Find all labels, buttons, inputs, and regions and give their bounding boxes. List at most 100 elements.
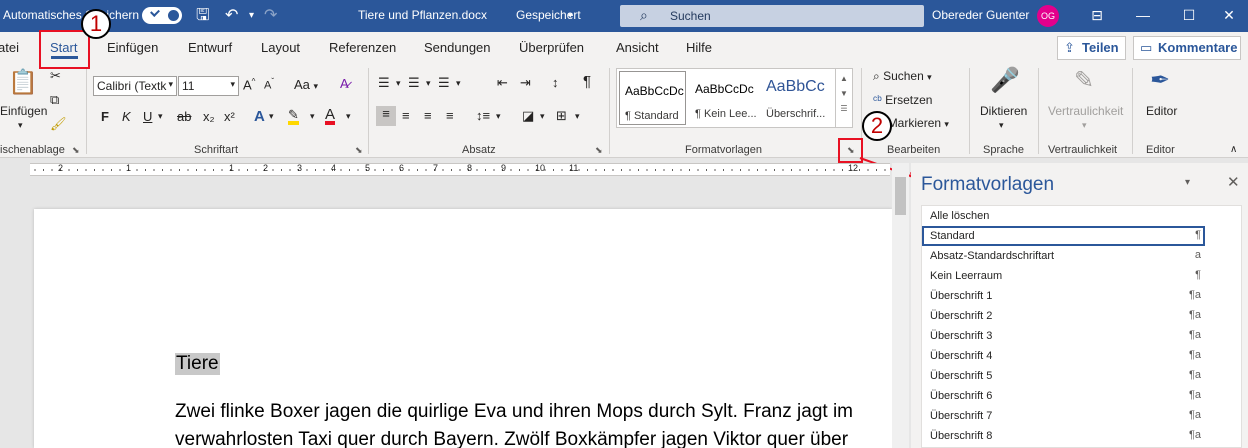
paste-dropdown-icon[interactable]: ▾ <box>18 120 23 131</box>
decrease-indent-icon[interactable]: ⇤ <box>497 75 508 91</box>
editor-button[interactable]: Editor <box>1146 104 1177 118</box>
borders-icon[interactable]: ⊞ <box>556 108 567 124</box>
line-spacing-icon[interactable]: ↕≡ <box>476 108 490 123</box>
paragraph-launcher-icon[interactable]: ⬊ <box>595 145 603 156</box>
sort-icon[interactable]: ↕ <box>552 75 559 90</box>
style-item[interactable]: Überschrift 1 ¶a <box>922 286 1205 306</box>
underline-button[interactable]: U <box>143 109 152 124</box>
scroll-up-icon[interactable]: ▲ <box>836 69 852 88</box>
align-right-icon[interactable]: ≡ <box>424 108 432 123</box>
numbering-icon[interactable]: ☰ <box>408 75 420 91</box>
styles-gallery-scroll[interactable]: ▲ ▼ ☰ <box>835 68 853 128</box>
style-gallery-item[interactable]: AaBbCcDc ¶ Standard <box>619 71 686 125</box>
collapse-ribbon-icon[interactable]: ∧ <box>1230 144 1237 155</box>
style-item[interactable]: Überschrift 8 ¶a <box>922 426 1205 446</box>
style-item[interactable]: Kein Leerraum ¶ <box>922 266 1205 286</box>
microphone-icon[interactable]: 🎤 <box>990 66 1020 95</box>
justify-icon[interactable]: ≡ <box>446 108 454 123</box>
multilevel-list-icon[interactable]: ☰ <box>438 75 450 91</box>
chevron-down-icon[interactable]: ▾ <box>496 111 501 122</box>
dictate-button[interactable]: Diktieren <box>980 104 1027 118</box>
autosave-toggle[interactable] <box>142 7 182 24</box>
style-item[interactable]: Alle löschen <box>922 206 1205 226</box>
style-item[interactable]: Absatz-Standardschriftart a <box>922 246 1205 266</box>
close-icon[interactable]: ✕ <box>1206 0 1248 32</box>
increase-indent-icon[interactable]: ⇥ <box>520 75 531 91</box>
subscript-button[interactable]: x₂ <box>203 109 215 124</box>
document-title[interactable]: Tiere und Pflanzen.docx <box>358 8 487 22</box>
tab-mailings[interactable]: Sendungen <box>424 40 491 55</box>
tab-insert[interactable]: Einfügen <box>107 40 158 55</box>
font-name-combo[interactable]: Calibri (Textk ▾ <box>93 76 177 96</box>
style-gallery-item[interactable]: AaBbCc Überschrif... <box>761 70 831 126</box>
style-item[interactable]: Überschrift 2 ¶a <box>922 306 1205 326</box>
chevron-down-icon[interactable]: ▾ <box>426 78 431 89</box>
document-line[interactable]: Zwei flinke Boxer jagen die quirlige Eva… <box>175 401 853 423</box>
style-item[interactable]: Überschrift 5 ¶a <box>922 366 1205 386</box>
chevron-down-icon[interactable]: ▾ <box>310 111 315 122</box>
chevron-down-icon[interactable]: ▾ <box>999 120 1004 131</box>
grow-font-button[interactable]: A^ <box>243 77 255 92</box>
cut-icon[interactable]: ✂ <box>50 68 61 84</box>
close-icon[interactable]: ✕ <box>1227 173 1240 191</box>
vertical-scrollbar[interactable] <box>892 163 909 448</box>
tab-review[interactable]: Überprüfen <box>519 40 584 55</box>
style-gallery-item[interactable]: AaBbCcDc ¶ Kein Lee... <box>690 70 760 126</box>
find-button[interactable]: ⌕ Suchen ▾ <box>873 69 932 84</box>
style-item[interactable]: Überschrift 6 ¶a <box>922 386 1205 406</box>
comments-button[interactable]: ▭ Kommentare <box>1133 36 1241 60</box>
chevron-down-icon[interactable]: ▾ <box>456 78 461 89</box>
save-icon[interactable]: 🖫 <box>196 6 210 26</box>
document-heading[interactable]: Tiere <box>175 353 220 375</box>
chevron-down-icon[interactable]: ▾ <box>568 10 573 21</box>
text-effects-icon[interactable]: A <box>254 108 265 125</box>
strikethrough-button[interactable]: ab <box>177 109 191 124</box>
shrink-font-button[interactable]: Aˇ <box>264 77 274 92</box>
undo-dropdown-icon[interactable]: ▾ <box>249 6 254 26</box>
tab-references[interactable]: Referenzen <box>329 40 396 55</box>
change-case-button[interactable]: Aa ▾ <box>294 77 318 92</box>
font-color-icon[interactable]: A <box>325 107 336 125</box>
clipboard-launcher-icon[interactable]: ⬊ <box>72 145 80 156</box>
redo-icon[interactable]: ↷ <box>264 6 277 26</box>
shading-icon[interactable]: ◪ <box>522 108 534 124</box>
chevron-down-icon[interactable]: ▾ <box>540 111 545 122</box>
undo-icon[interactable]: ↶ <box>225 6 238 26</box>
replace-button[interactable]: ᶜᵇ Ersetzen <box>873 93 932 107</box>
more-styles-icon[interactable]: ☰ <box>836 100 852 118</box>
tab-file[interactable]: atei <box>0 40 19 55</box>
chevron-down-icon[interactable]: ▾ <box>269 111 274 122</box>
chevron-down-icon[interactable]: ▾ <box>575 111 580 122</box>
align-left-icon[interactable]: ≡ <box>376 106 396 126</box>
document-line[interactable]: verwahrlosten Taxi quer durch Bayern. Zw… <box>175 429 848 448</box>
copy-icon[interactable]: ⧉ <box>50 92 59 108</box>
bold-button[interactable]: F <box>101 109 109 124</box>
chevron-down-icon[interactable]: ▾ <box>1082 120 1087 131</box>
tab-view[interactable]: Ansicht <box>616 40 659 55</box>
bullets-icon[interactable]: ☰ <box>378 75 390 91</box>
user-name[interactable]: Obereder Guenter <box>932 8 1029 22</box>
share-button[interactable]: ⇪ Teilen <box>1057 36 1126 60</box>
horizontal-ruler[interactable]: 2 1 1 2 3 4 5 6 7 8 9 10 11 12 <box>30 163 890 176</box>
sensitivity-icon[interactable]: ✎ <box>1074 66 1094 95</box>
style-item[interactable]: Überschrift 4 ¶a <box>922 346 1205 366</box>
show-formatting-icon[interactable]: ¶ <box>583 73 591 90</box>
chevron-down-icon[interactable]: ▾ <box>158 111 163 122</box>
align-center-icon[interactable]: ≡ <box>402 108 410 123</box>
style-item[interactable]: Überschrift 3 ¶a <box>922 326 1205 346</box>
tab-layout[interactable]: Layout <box>261 40 300 55</box>
format-painter-icon[interactable]: 🖌 <box>50 116 67 132</box>
scroll-down-icon[interactable]: ▼ <box>836 88 852 100</box>
italic-button[interactable]: K <box>122 109 131 124</box>
style-item[interactable]: Überschrift 7 ¶a <box>922 406 1205 426</box>
search-box[interactable]: ⌕ Suchen <box>620 5 924 27</box>
paste-label[interactable]: Einfügen <box>0 104 47 118</box>
minimize-icon[interactable]: — <box>1120 0 1166 32</box>
superscript-button[interactable]: x² <box>224 109 235 124</box>
font-size-combo[interactable]: 11 ▾ <box>178 76 239 96</box>
highlight-color-icon[interactable]: ✎ <box>288 108 299 125</box>
scroll-thumb[interactable] <box>895 177 906 215</box>
font-launcher-icon[interactable]: ⬊ <box>355 145 363 156</box>
pane-options-icon[interactable]: ▾ <box>1185 177 1190 188</box>
clear-formatting-icon[interactable]: A̷ <box>340 76 349 91</box>
